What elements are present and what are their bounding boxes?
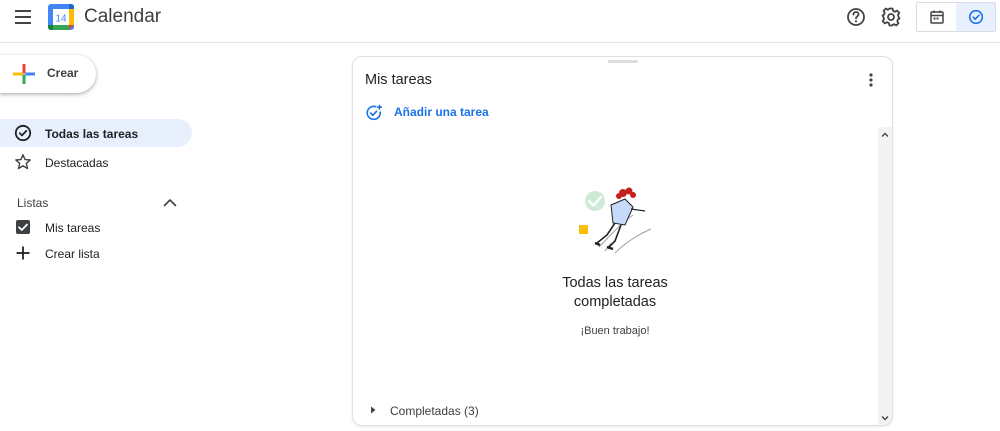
sidebar-item-label: Todas las tareas bbox=[45, 127, 139, 141]
sidebar-item-label: Destacadas bbox=[45, 156, 109, 170]
sidebar-item-all-tasks[interactable]: Todas las tareas bbox=[0, 119, 192, 147]
menu-icon[interactable] bbox=[12, 6, 34, 28]
completed-label: Completadas (3) bbox=[390, 404, 479, 418]
empty-state-title: Todas las tareas completadas bbox=[515, 274, 715, 312]
add-task-label: Añadir una tarea bbox=[394, 105, 489, 119]
create-button[interactable]: Crear bbox=[0, 55, 96, 93]
help-icon[interactable] bbox=[845, 6, 867, 28]
colored-plus-icon bbox=[13, 64, 35, 84]
calendar-logo-icon: 14 bbox=[48, 4, 74, 30]
sidebar-item-my-tasks[interactable]: Mis tareas bbox=[0, 213, 192, 241]
check-circle-icon bbox=[14, 124, 32, 142]
create-button-label: Crear bbox=[47, 66, 79, 80]
sidebar-item-label: Crear lista bbox=[45, 247, 100, 261]
plus-icon bbox=[16, 246, 30, 260]
panel-title: Mis tareas bbox=[365, 72, 432, 88]
sidebar-item-create-list[interactable]: Crear lista bbox=[0, 239, 192, 267]
top-app-bar: 14 Calendar bbox=[0, 0, 1000, 43]
sidebar-item-starred[interactable]: Destacadas bbox=[0, 148, 192, 176]
lists-header-label: Listas bbox=[17, 196, 49, 210]
completed-section-toggle[interactable]: Completadas (3) bbox=[365, 401, 565, 421]
caret-right-icon bbox=[371, 406, 376, 414]
more-vert-icon[interactable] bbox=[863, 71, 879, 89]
scrollbar[interactable] bbox=[878, 127, 892, 425]
sidebar-item-label: Mis tareas bbox=[45, 221, 101, 235]
star-icon bbox=[15, 154, 31, 170]
lists-section-header: Listas bbox=[0, 193, 192, 213]
empty-title-line2: completadas bbox=[573, 294, 657, 310]
app-title: Calendar bbox=[84, 6, 162, 27]
settings-icon[interactable] bbox=[880, 6, 902, 28]
add-task-icon bbox=[366, 104, 382, 121]
add-task-button[interactable]: Añadir una tarea bbox=[365, 103, 505, 123]
logo-day: 14 bbox=[55, 14, 67, 25]
empty-state-subtitle: ¡Buen trabajo! bbox=[580, 325, 650, 337]
calendar-view-icon[interactable] bbox=[917, 3, 956, 31]
scroll-down-icon[interactable] bbox=[879, 412, 891, 424]
view-switcher bbox=[916, 2, 996, 32]
checkbox-icon bbox=[16, 220, 30, 234]
drag-handle[interactable] bbox=[608, 60, 638, 63]
chevron-up-icon[interactable] bbox=[162, 195, 178, 211]
empty-title-line1: Todas las tareas bbox=[562, 275, 668, 291]
tasks-view-icon[interactable] bbox=[956, 3, 995, 31]
scroll-up-icon[interactable] bbox=[879, 129, 891, 141]
task-list-panel: Mis tareas Añadir una tarea Todas las ta… bbox=[352, 56, 893, 426]
all-done-illustration bbox=[579, 187, 652, 254]
